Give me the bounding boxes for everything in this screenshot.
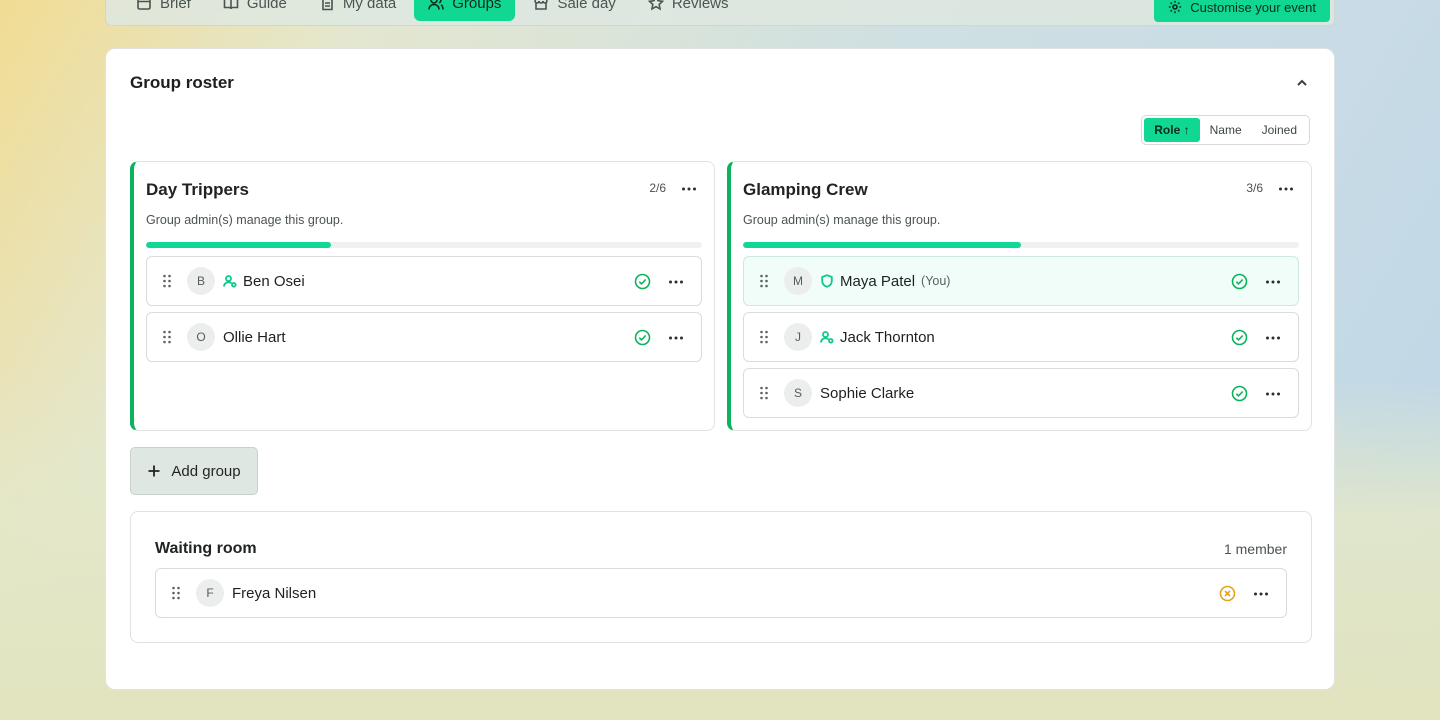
tab-label: Reviews — [671, 0, 729, 12]
sort-by-joined-button[interactable]: Joined — [1252, 118, 1307, 142]
member-name: Freya Nilsen — [232, 584, 317, 602]
tab-my-data[interactable]: My data — [305, 0, 410, 21]
sort-toggle-group: Role ↑ Name Joined — [1141, 115, 1310, 145]
member-row[interactable]: O Ollie Hart — [146, 312, 702, 362]
waiting-room-title: Waiting room — [155, 540, 257, 557]
calendar-icon — [137, 0, 151, 10]
users-icon — [428, 0, 445, 10]
sort-by-name-button[interactable]: Name — [1200, 118, 1252, 142]
member-row[interactable]: F Freya Nilsen — [155, 568, 1287, 618]
member-name: Ben Osei — [243, 272, 305, 290]
avatar: O — [187, 323, 215, 351]
waiting-room-count: 1 member — [1223, 541, 1287, 557]
member-row[interactable]: J Jack Thornton — [743, 312, 1299, 362]
top-nav: Brief Guide My data Groups Sale day Revi… — [105, 0, 1335, 26]
plus-icon — [148, 465, 160, 477]
group-capacity-fill — [743, 242, 1021, 248]
more-options-icon[interactable] — [1264, 329, 1282, 347]
avatar: J — [784, 323, 812, 351]
book-icon — [223, 0, 239, 10]
drag-handle-icon[interactable] — [168, 585, 184, 601]
check-circle-icon — [634, 329, 651, 346]
gear-icon — [1169, 0, 1182, 14]
group-capacity-fill — [146, 242, 332, 248]
more-options-icon[interactable] — [667, 329, 685, 347]
more-options-icon[interactable] — [1277, 180, 1295, 198]
tab-label: Brief — [160, 0, 191, 12]
store-icon — [534, 0, 549, 10]
check-circle-icon — [634, 273, 651, 290]
avatar: S — [784, 379, 812, 407]
member-row-you[interactable]: M Maya Patel (You) — [743, 256, 1299, 306]
member-name: Sophie Clarke — [820, 384, 915, 402]
check-circle-icon — [1231, 385, 1248, 402]
check-circle-icon — [1231, 273, 1248, 290]
add-group-button[interactable]: Add group — [130, 447, 258, 495]
member-name: Ollie Hart — [223, 328, 286, 346]
drag-handle-icon[interactable] — [756, 385, 772, 401]
user-admin-icon — [223, 274, 237, 288]
group-capacity-bar — [743, 242, 1299, 248]
check-circle-icon — [1231, 329, 1248, 346]
group-capacity-bar — [146, 242, 702, 248]
chevron-up-icon[interactable] — [1294, 75, 1310, 91]
group-card-day-trippers: Day Trippers 2/6 Group admin(s) manage t… — [130, 161, 715, 431]
sort-by-role-button[interactable]: Role ↑ — [1144, 118, 1200, 142]
group-card-glamping-crew: Glamping Crew 3/6 Group admin(s) manage … — [727, 161, 1312, 431]
group-roster-panel: Group roster Role ↑ Name Joined Day Trip… — [105, 48, 1335, 690]
member-name: Maya Patel — [840, 272, 916, 290]
tab-groups[interactable]: Groups — [414, 0, 516, 21]
avatar: B — [187, 267, 215, 295]
pending-circle-x-icon — [1219, 585, 1236, 602]
group-count: 2/6 — [649, 181, 666, 195]
group-name: Glamping Crew — [743, 180, 868, 199]
drag-handle-icon[interactable] — [159, 273, 175, 289]
drag-handle-icon[interactable] — [756, 273, 772, 289]
tab-guide[interactable]: Guide — [209, 0, 301, 21]
avatar: M — [784, 267, 812, 295]
user-admin-icon — [820, 330, 834, 344]
tab-label: Groups — [452, 0, 502, 12]
group-description: Group admin(s) manage this group. — [743, 213, 941, 227]
tab-brief[interactable]: Brief — [122, 0, 205, 21]
group-description: Group admin(s) manage this group. — [146, 213, 344, 227]
customise-label: Customise your event — [1190, 0, 1316, 15]
more-options-icon[interactable] — [1252, 585, 1270, 603]
drag-handle-icon[interactable] — [159, 329, 175, 345]
group-count: 3/6 — [1246, 181, 1263, 195]
tab-sale-day[interactable]: Sale day — [519, 0, 629, 21]
more-options-icon[interactable] — [680, 180, 698, 198]
member-row[interactable]: S Sophie Clarke — [743, 368, 1299, 418]
tab-label: Guide — [246, 0, 287, 12]
waiting-room-card: Waiting room 1 member F Freya Nilsen — [130, 511, 1312, 643]
shield-icon — [820, 274, 834, 288]
group-name: Day Trippers — [146, 180, 249, 199]
document-icon — [322, 0, 333, 11]
tab-label: My data — [342, 0, 397, 12]
customise-event-button[interactable]: Customise your event — [1154, 0, 1330, 22]
avatar: F — [196, 579, 224, 607]
more-options-icon[interactable] — [1264, 273, 1282, 291]
add-group-label: Add group — [171, 462, 241, 480]
member-name: Jack Thornton — [840, 328, 935, 346]
you-label: (You) — [921, 274, 951, 288]
panel-title: Group roster — [130, 73, 234, 92]
more-options-icon[interactable] — [667, 273, 685, 291]
drag-handle-icon[interactable] — [756, 329, 772, 345]
more-options-icon[interactable] — [1264, 385, 1282, 403]
star-icon — [647, 0, 664, 11]
tab-reviews[interactable]: Reviews — [634, 0, 743, 21]
tab-label: Sale day — [557, 0, 616, 12]
member-row[interactable]: B Ben Osei — [146, 256, 702, 306]
